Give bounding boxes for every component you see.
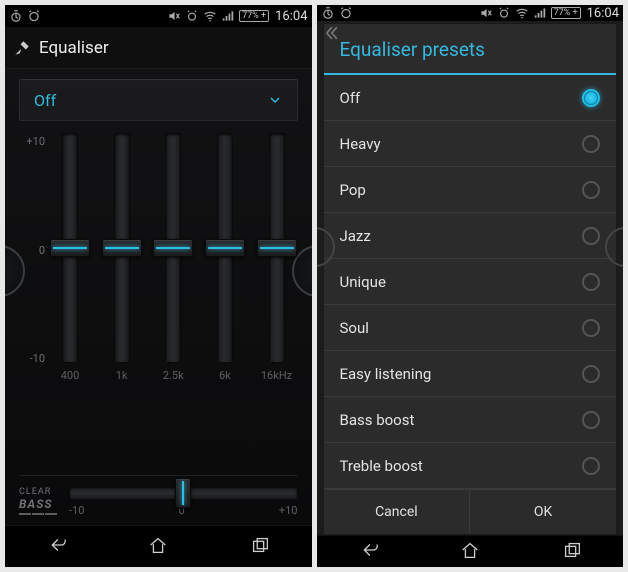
back-chevron-icon <box>321 23 341 43</box>
preset-dropdown[interactable]: Off <box>19 79 298 121</box>
clear-bass-slider[interactable] <box>69 486 298 500</box>
alarm-icon <box>27 9 41 23</box>
back-button[interactable] <box>45 534 67 560</box>
mute-icon <box>479 6 493 20</box>
signal-icon <box>221 9 235 23</box>
navigation-bar <box>5 525 312 567</box>
gain-scale: +10 0 -10 <box>19 133 49 383</box>
preset-option-bass-boost[interactable]: Bass boost <box>324 397 617 443</box>
preset-option-unique[interactable]: Unique <box>324 259 617 305</box>
radio-off-icon <box>582 457 600 475</box>
radio-off-icon <box>582 227 600 245</box>
wifi-icon <box>203 9 217 23</box>
radio-off-icon <box>582 273 600 291</box>
preset-option-treble-boost[interactable]: Treble boost <box>324 443 617 489</box>
clear-bass-section: CLEAR BASS -10 0 +10 <box>19 475 298 525</box>
alarm-small-icon <box>185 9 199 23</box>
stopwatch-icon <box>321 6 335 20</box>
presets-dialog: Equaliser presets Off Heavy Pop Jazz <box>323 23 618 535</box>
band-slider-1k[interactable]: 1k <box>101 133 143 383</box>
page-title: Equaliser <box>39 38 109 58</box>
ok-button[interactable]: OK <box>469 490 616 534</box>
radio-off-icon <box>582 319 600 337</box>
preset-list: Off Heavy Pop Jazz Unique <box>324 75 617 489</box>
battery-indicator: 77% + <box>551 7 581 19</box>
home-button[interactable] <box>459 539 481 565</box>
wifi-icon <box>515 6 529 20</box>
stopwatch-icon <box>9 9 23 23</box>
navigation-bar <box>317 535 624 567</box>
phone-presets-dialog-screen: 77% + 16:04 Equaliser presets Off Heavy <box>317 5 624 567</box>
cancel-button[interactable]: Cancel <box>324 490 470 534</box>
back-button[interactable] <box>357 539 379 565</box>
equaliser-bands: +10 0 -10 400 1k 2.5k 6 <box>19 133 298 465</box>
preset-option-heavy[interactable]: Heavy <box>324 121 617 167</box>
settings-tools-icon <box>13 39 31 57</box>
clear-bass-label: CLEAR BASS <box>19 488 57 515</box>
radio-off-icon <box>582 411 600 429</box>
band-slider-6k[interactable]: 6k <box>204 133 246 383</box>
band-slider-2-5k[interactable]: 2.5k <box>152 133 194 383</box>
preset-option-jazz[interactable]: Jazz <box>324 213 617 259</box>
recent-apps-button[interactable] <box>249 534 271 560</box>
dialog-title: Equaliser presets <box>324 24 617 75</box>
radio-off-icon <box>582 181 600 199</box>
home-button[interactable] <box>147 534 169 560</box>
recent-apps-button[interactable] <box>561 539 583 565</box>
status-bar: 77% + 16:04 <box>5 5 312 27</box>
chevron-down-icon <box>267 92 283 108</box>
alarm-icon <box>339 6 353 20</box>
clock-text: 16:04 <box>587 6 619 21</box>
preset-option-soul[interactable]: Soul <box>324 305 617 351</box>
preset-option-easy-listening[interactable]: Easy listening <box>324 351 617 397</box>
radio-on-icon <box>582 89 600 107</box>
band-slider-400[interactable]: 400 <box>49 133 91 383</box>
clock-text: 16:04 <box>275 9 307 24</box>
signal-icon <box>533 6 547 20</box>
preset-option-off[interactable]: Off <box>324 75 617 121</box>
preset-selected-label: Off <box>34 91 56 110</box>
mute-icon <box>167 9 181 23</box>
status-bar: 77% + 16:04 <box>317 5 624 21</box>
radio-off-icon <box>582 135 600 153</box>
radio-off-icon <box>582 365 600 383</box>
phone-equaliser-screen: 77% + 16:04 Equaliser Off +10 0 -10 40 <box>5 5 312 567</box>
alarm-small-icon <box>497 6 511 20</box>
battery-indicator: 77% + <box>239 10 269 22</box>
app-header: Equaliser <box>5 27 312 69</box>
band-slider-16k[interactable]: 16kHz <box>256 133 298 383</box>
preset-option-pop[interactable]: Pop <box>324 167 617 213</box>
